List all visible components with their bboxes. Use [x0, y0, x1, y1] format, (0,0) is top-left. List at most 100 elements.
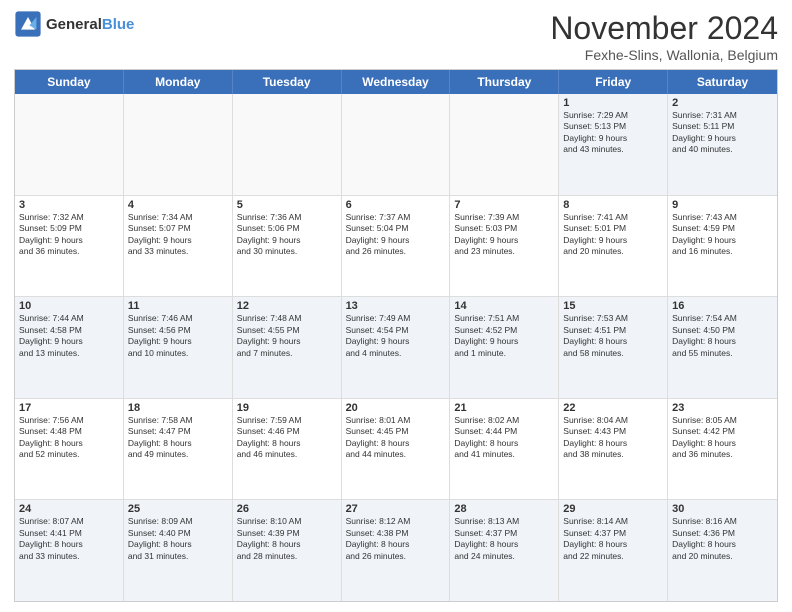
- cell-info: Sunrise: 8:13 AM Sunset: 4:37 PM Dayligh…: [454, 516, 554, 562]
- day-number: 6: [346, 199, 446, 211]
- cal-cell-0-2: [233, 94, 342, 195]
- cell-info: Sunrise: 7:58 AM Sunset: 4:47 PM Dayligh…: [128, 415, 228, 461]
- title-area: November 2024 Fexhe-Slins, Wallonia, Bel…: [550, 10, 778, 63]
- cell-info: Sunrise: 7:37 AM Sunset: 5:04 PM Dayligh…: [346, 212, 446, 258]
- header-saturday: Saturday: [668, 70, 777, 94]
- day-number: 21: [454, 402, 554, 414]
- cal-cell-3-3: 20Sunrise: 8:01 AM Sunset: 4:45 PM Dayli…: [342, 399, 451, 500]
- cal-row-0: 1Sunrise: 7:29 AM Sunset: 5:13 PM Daylig…: [15, 94, 777, 196]
- day-number: 14: [454, 300, 554, 312]
- cal-cell-4-5: 29Sunrise: 8:14 AM Sunset: 4:37 PM Dayli…: [559, 500, 668, 601]
- header: GeneralBlue November 2024 Fexhe-Slins, W…: [14, 10, 778, 63]
- cal-cell-3-0: 17Sunrise: 7:56 AM Sunset: 4:48 PM Dayli…: [15, 399, 124, 500]
- day-number: 22: [563, 402, 663, 414]
- day-number: 8: [563, 199, 663, 211]
- cal-cell-0-4: [450, 94, 559, 195]
- day-number: 26: [237, 503, 337, 515]
- cal-row-2: 10Sunrise: 7:44 AM Sunset: 4:58 PM Dayli…: [15, 297, 777, 399]
- cell-info: Sunrise: 7:59 AM Sunset: 4:46 PM Dayligh…: [237, 415, 337, 461]
- day-number: 20: [346, 402, 446, 414]
- cal-cell-4-4: 28Sunrise: 8:13 AM Sunset: 4:37 PM Dayli…: [450, 500, 559, 601]
- cell-info: Sunrise: 7:51 AM Sunset: 4:52 PM Dayligh…: [454, 313, 554, 359]
- location: Fexhe-Slins, Wallonia, Belgium: [550, 47, 778, 63]
- day-number: 5: [237, 199, 337, 211]
- day-number: 28: [454, 503, 554, 515]
- cal-cell-4-2: 26Sunrise: 8:10 AM Sunset: 4:39 PM Dayli…: [233, 500, 342, 601]
- cell-info: Sunrise: 7:44 AM Sunset: 4:58 PM Dayligh…: [19, 313, 119, 359]
- cal-cell-0-3: [342, 94, 451, 195]
- calendar: Sunday Monday Tuesday Wednesday Thursday…: [14, 69, 778, 602]
- cal-cell-2-0: 10Sunrise: 7:44 AM Sunset: 4:58 PM Dayli…: [15, 297, 124, 398]
- day-number: 23: [672, 402, 773, 414]
- cal-cell-2-5: 15Sunrise: 7:53 AM Sunset: 4:51 PM Dayli…: [559, 297, 668, 398]
- day-number: 16: [672, 300, 773, 312]
- cell-info: Sunrise: 8:14 AM Sunset: 4:37 PM Dayligh…: [563, 516, 663, 562]
- day-number: 24: [19, 503, 119, 515]
- month-year: November 2024: [550, 10, 778, 47]
- day-number: 13: [346, 300, 446, 312]
- day-number: 29: [563, 503, 663, 515]
- header-wednesday: Wednesday: [342, 70, 451, 94]
- cell-info: Sunrise: 8:04 AM Sunset: 4:43 PM Dayligh…: [563, 415, 663, 461]
- cal-cell-2-1: 11Sunrise: 7:46 AM Sunset: 4:56 PM Dayli…: [124, 297, 233, 398]
- cal-cell-1-5: 8Sunrise: 7:41 AM Sunset: 5:01 PM Daylig…: [559, 196, 668, 297]
- cell-info: Sunrise: 8:02 AM Sunset: 4:44 PM Dayligh…: [454, 415, 554, 461]
- cal-cell-0-1: [124, 94, 233, 195]
- cal-cell-4-1: 25Sunrise: 8:09 AM Sunset: 4:40 PM Dayli…: [124, 500, 233, 601]
- day-number: 17: [19, 402, 119, 414]
- cal-cell-1-1: 4Sunrise: 7:34 AM Sunset: 5:07 PM Daylig…: [124, 196, 233, 297]
- cell-info: Sunrise: 7:53 AM Sunset: 4:51 PM Dayligh…: [563, 313, 663, 359]
- calendar-body: 1Sunrise: 7:29 AM Sunset: 5:13 PM Daylig…: [15, 94, 777, 601]
- header-sunday: Sunday: [15, 70, 124, 94]
- cal-cell-4-0: 24Sunrise: 8:07 AM Sunset: 4:41 PM Dayli…: [15, 500, 124, 601]
- cell-info: Sunrise: 8:07 AM Sunset: 4:41 PM Dayligh…: [19, 516, 119, 562]
- day-number: 10: [19, 300, 119, 312]
- day-number: 19: [237, 402, 337, 414]
- day-number: 30: [672, 503, 773, 515]
- cal-cell-3-4: 21Sunrise: 8:02 AM Sunset: 4:44 PM Dayli…: [450, 399, 559, 500]
- cell-info: Sunrise: 7:36 AM Sunset: 5:06 PM Dayligh…: [237, 212, 337, 258]
- cal-cell-0-0: [15, 94, 124, 195]
- cell-info: Sunrise: 8:01 AM Sunset: 4:45 PM Dayligh…: [346, 415, 446, 461]
- cell-info: Sunrise: 8:12 AM Sunset: 4:38 PM Dayligh…: [346, 516, 446, 562]
- day-number: 25: [128, 503, 228, 515]
- day-number: 3: [19, 199, 119, 211]
- cal-cell-4-3: 27Sunrise: 8:12 AM Sunset: 4:38 PM Dayli…: [342, 500, 451, 601]
- day-number: 2: [672, 97, 773, 109]
- day-number: 18: [128, 402, 228, 414]
- cal-cell-3-6: 23Sunrise: 8:05 AM Sunset: 4:42 PM Dayli…: [668, 399, 777, 500]
- day-number: 9: [672, 199, 773, 211]
- cell-info: Sunrise: 7:49 AM Sunset: 4:54 PM Dayligh…: [346, 313, 446, 359]
- header-thursday: Thursday: [450, 70, 559, 94]
- cal-cell-1-4: 7Sunrise: 7:39 AM Sunset: 5:03 PM Daylig…: [450, 196, 559, 297]
- cell-info: Sunrise: 7:54 AM Sunset: 4:50 PM Dayligh…: [672, 313, 773, 359]
- header-monday: Monday: [124, 70, 233, 94]
- cal-cell-0-5: 1Sunrise: 7:29 AM Sunset: 5:13 PM Daylig…: [559, 94, 668, 195]
- day-number: 12: [237, 300, 337, 312]
- cell-info: Sunrise: 7:46 AM Sunset: 4:56 PM Dayligh…: [128, 313, 228, 359]
- cell-info: Sunrise: 7:41 AM Sunset: 5:01 PM Dayligh…: [563, 212, 663, 258]
- cell-info: Sunrise: 7:56 AM Sunset: 4:48 PM Dayligh…: [19, 415, 119, 461]
- cal-cell-1-3: 6Sunrise: 7:37 AM Sunset: 5:04 PM Daylig…: [342, 196, 451, 297]
- cal-row-3: 17Sunrise: 7:56 AM Sunset: 4:48 PM Dayli…: [15, 399, 777, 501]
- page: GeneralBlue November 2024 Fexhe-Slins, W…: [0, 0, 792, 612]
- day-number: 27: [346, 503, 446, 515]
- cal-row-1: 3Sunrise: 7:32 AM Sunset: 5:09 PM Daylig…: [15, 196, 777, 298]
- cal-cell-2-3: 13Sunrise: 7:49 AM Sunset: 4:54 PM Dayli…: [342, 297, 451, 398]
- header-friday: Friday: [559, 70, 668, 94]
- cal-cell-3-5: 22Sunrise: 8:04 AM Sunset: 4:43 PM Dayli…: [559, 399, 668, 500]
- day-number: 4: [128, 199, 228, 211]
- cal-cell-3-1: 18Sunrise: 7:58 AM Sunset: 4:47 PM Dayli…: [124, 399, 233, 500]
- cell-info: Sunrise: 8:05 AM Sunset: 4:42 PM Dayligh…: [672, 415, 773, 461]
- cell-info: Sunrise: 7:32 AM Sunset: 5:09 PM Dayligh…: [19, 212, 119, 258]
- cal-cell-2-2: 12Sunrise: 7:48 AM Sunset: 4:55 PM Dayli…: [233, 297, 342, 398]
- cal-cell-2-4: 14Sunrise: 7:51 AM Sunset: 4:52 PM Dayli…: [450, 297, 559, 398]
- cell-info: Sunrise: 7:31 AM Sunset: 5:11 PM Dayligh…: [672, 110, 773, 156]
- day-number: 7: [454, 199, 554, 211]
- cal-cell-0-6: 2Sunrise: 7:31 AM Sunset: 5:11 PM Daylig…: [668, 94, 777, 195]
- cell-info: Sunrise: 7:29 AM Sunset: 5:13 PM Dayligh…: [563, 110, 663, 156]
- header-tuesday: Tuesday: [233, 70, 342, 94]
- cell-info: Sunrise: 8:16 AM Sunset: 4:36 PM Dayligh…: [672, 516, 773, 562]
- cell-info: Sunrise: 7:39 AM Sunset: 5:03 PM Dayligh…: [454, 212, 554, 258]
- cell-info: Sunrise: 7:34 AM Sunset: 5:07 PM Dayligh…: [128, 212, 228, 258]
